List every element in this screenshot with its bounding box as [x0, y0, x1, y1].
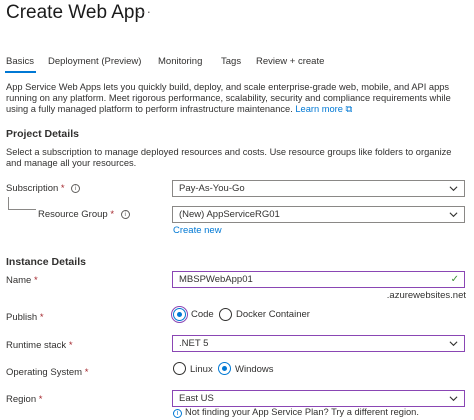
- operating-system-label: Operating System *: [6, 367, 88, 378]
- resource-group-label: Resource Group * i: [38, 209, 130, 220]
- intro-description: App Service Web Apps lets you quickly bu…: [6, 82, 468, 116]
- subscription-label-text: Subscription: [6, 183, 59, 194]
- tab-tags[interactable]: Tags: [221, 56, 241, 67]
- os-linux-label[interactable]: Linux: [190, 364, 213, 375]
- tab-monitoring[interactable]: Monitoring: [158, 56, 202, 67]
- subscription-label: Subscription * i: [6, 183, 81, 194]
- operating-system-label-text: Operating System: [6, 367, 83, 378]
- required-marker: *: [84, 367, 89, 378]
- tab-bar: Basics Deployment (Preview) Monitoring T…: [0, 56, 474, 73]
- required-marker: *: [110, 209, 115, 220]
- name-domain-suffix: .azurewebsites.net: [386, 290, 466, 301]
- chevron-down-icon: [449, 212, 458, 218]
- publish-code-radio[interactable]: [171, 306, 188, 323]
- required-marker: *: [39, 312, 44, 323]
- active-tab-indicator: [5, 71, 36, 73]
- resource-group-label-text: Resource Group: [38, 209, 108, 220]
- region-label-text: Region: [6, 394, 37, 405]
- checkmark-icon: ✓: [450, 274, 459, 285]
- subscription-value: Pay-As-You-Go: [179, 183, 245, 194]
- tab-basics[interactable]: Basics: [6, 56, 34, 67]
- intro-text: App Service Web Apps lets you quickly bu…: [6, 82, 451, 115]
- more-options-button[interactable]: ···: [136, 4, 152, 19]
- required-marker: *: [60, 183, 65, 194]
- required-marker: *: [33, 275, 38, 286]
- runtime-stack-label: Runtime stack *: [6, 340, 73, 351]
- learn-more-link[interactable]: Learn more ⧉: [295, 104, 352, 114]
- runtime-stack-label-text: Runtime stack: [6, 340, 67, 351]
- info-icon[interactable]: i: [120, 210, 130, 219]
- publish-docker-label[interactable]: Docker Container: [236, 309, 310, 320]
- external-link-icon: ⧉: [345, 104, 353, 115]
- page-title: Create Web App: [6, 2, 146, 23]
- runtime-stack-select[interactable]: .NET 5: [172, 335, 465, 352]
- region-label: Region *: [6, 394, 42, 405]
- create-new-resource-group-link[interactable]: Create new: [173, 225, 222, 236]
- region-value: East US: [179, 393, 214, 404]
- os-windows-radio[interactable]: [218, 362, 231, 375]
- learn-more-label[interactable]: Learn more: [295, 104, 343, 114]
- publish-label-text: Publish: [6, 312, 38, 323]
- region-hint-text: Not finding your App Service Plan? Try a…: [185, 407, 419, 417]
- region-hint: i Not finding your App Service Plan? Try …: [173, 407, 419, 418]
- publish-code-label[interactable]: Code: [191, 309, 214, 320]
- chevron-down-icon: [449, 396, 458, 402]
- publish-docker-radio[interactable]: [219, 308, 232, 321]
- name-label-text: Name: [6, 275, 32, 286]
- required-marker: *: [38, 394, 43, 405]
- info-icon[interactable]: i: [71, 184, 81, 193]
- subscription-select[interactable]: Pay-As-You-Go: [172, 180, 465, 197]
- region-select[interactable]: East US: [172, 390, 465, 407]
- tab-deployment[interactable]: Deployment (Preview): [48, 56, 141, 67]
- resource-group-select[interactable]: (New) AppServiceRG01: [172, 206, 465, 223]
- publish-label: Publish *: [6, 312, 44, 323]
- runtime-stack-value: .NET 5: [179, 338, 209, 349]
- required-marker: *: [68, 340, 73, 351]
- project-details-heading: Project Details: [6, 128, 79, 140]
- name-input[interactable]: MBSPWebApp01 ✓: [172, 271, 465, 288]
- name-value: MBSPWebApp01: [179, 274, 253, 285]
- info-icon: i: [173, 409, 182, 418]
- tab-review-create[interactable]: Review + create: [256, 56, 324, 67]
- chevron-down-icon: [449, 341, 458, 347]
- chevron-down-icon: [449, 186, 458, 192]
- name-label: Name *: [6, 275, 38, 286]
- resource-group-value: (New) AppServiceRG01: [179, 209, 280, 220]
- os-windows-label[interactable]: Windows: [235, 364, 274, 375]
- project-details-description: Select a subscription to manage deployed…: [6, 147, 452, 169]
- instance-details-heading: Instance Details: [6, 256, 86, 268]
- tree-connector: [8, 209, 36, 210]
- tree-connector: [8, 197, 9, 209]
- os-linux-radio[interactable]: [173, 362, 186, 375]
